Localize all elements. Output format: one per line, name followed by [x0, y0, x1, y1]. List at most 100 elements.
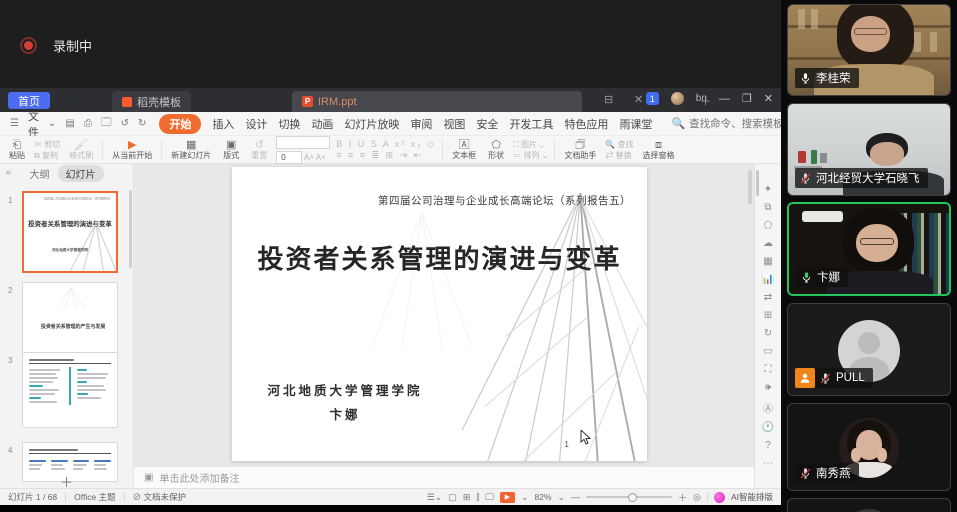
file-menu[interactable]: 文件	[28, 108, 39, 140]
command-search[interactable]: 🔍	[671, 117, 797, 130]
split-view-icon[interactable]: ⊟	[604, 93, 613, 106]
textbox-button[interactable]: 🄰文本框	[449, 139, 479, 160]
panel-scrollbar[interactable]	[129, 190, 132, 268]
zoom-slider[interactable]	[586, 496, 672, 498]
fit-window-icon[interactable]: ◎	[693, 492, 701, 503]
select-pane-button[interactable]: ⧈选择窗格	[640, 139, 678, 160]
play-options-icon[interactable]: ⌄	[521, 492, 529, 503]
ribbon-tab-slideshow[interactable]: 幻灯片放映	[344, 116, 399, 132]
slide-thumbnail-3[interactable]	[22, 352, 118, 428]
zoom-in-icon[interactable]: ＋	[678, 491, 687, 504]
ribbon-tab-transition[interactable]: 切换	[278, 116, 300, 132]
ribbon-tab-design[interactable]: 设计	[245, 116, 267, 132]
notes-toggle-icon[interactable]: ☰⌄	[427, 492, 443, 503]
shape-button[interactable]: ⬠形状	[485, 139, 507, 160]
account-name[interactable]: bn	[696, 93, 707, 104]
doc-assistant-button[interactable]: 🗇文档助手	[561, 139, 599, 160]
text-format-row[interactable]: B I U S A x² x₂ ◇	[336, 140, 436, 149]
frame-icon[interactable]: ⊞	[764, 310, 772, 321]
rect-tool-icon[interactable]: ▭	[763, 346, 772, 357]
ribbon-tab-insert[interactable]: 插入	[212, 116, 234, 132]
preview-icon[interactable]: 🗔	[101, 115, 112, 132]
sound-icon[interactable]: 🕪	[765, 382, 771, 393]
zoom-dropdown-icon[interactable]: ⌄	[558, 492, 566, 503]
new-slide-button[interactable]: ▦新建幻灯片	[168, 139, 214, 160]
play-from-current-button[interactable]: ▶从当前开始	[109, 139, 155, 160]
maximize-icon[interactable]: ❐	[742, 92, 752, 105]
participant-tile-5[interactable]: 南秀燕	[787, 403, 951, 491]
notification-badge[interactable]: 1	[646, 92, 659, 105]
minimize-icon[interactable]: —	[719, 93, 730, 105]
font-name-box[interactable]	[276, 136, 330, 149]
protection-status[interactable]: ⊘ 文档未保护	[133, 491, 186, 503]
apps-grid-icon[interactable]: ▦	[763, 256, 772, 267]
cut-copy-group[interactable]: ✂ 剪切 ⧉ 复制	[34, 140, 60, 160]
zoom-slider-knob[interactable]	[628, 493, 637, 502]
clock-icon[interactable]: 🕐	[762, 422, 774, 433]
paste-button[interactable]: ⎗粘贴	[6, 139, 28, 160]
sorter-view-icon[interactable]: ⊞	[463, 492, 471, 503]
ribbon-tab-devtools[interactable]: 开发工具	[509, 116, 553, 132]
ribbon-tab-security[interactable]: 安全	[476, 116, 498, 132]
ai-assistant-icon[interactable]: ✦	[764, 184, 772, 195]
slide-thumbnail-1[interactable]: 第四届公司治理与企业成长高端论坛（系列报告五） 投资者关系管理的演进与变革 河北…	[22, 191, 118, 273]
current-slide[interactable]: 第四届公司治理与企业成长高端论坛（系列报告五） 投资者关系管理的演进与变革 河北…	[232, 167, 647, 461]
shapes-icon[interactable]: ⬠	[764, 220, 773, 231]
hamburger-icon[interactable]: ☰	[10, 118, 19, 129]
help-panel-icon[interactable]: ?	[765, 440, 771, 451]
tab-slides[interactable]: 幻灯片	[58, 165, 104, 182]
print-icon[interactable]: ⎙	[84, 118, 92, 129]
chart-icon[interactable]: 📊	[762, 274, 774, 285]
redo-icon[interactable]: ↻	[138, 118, 146, 129]
reading-view-icon[interactable]: ⫿	[476, 492, 479, 503]
ribbon-tab-rainclass[interactable]: 雨课堂	[619, 116, 652, 132]
zoom-level[interactable]: 82%	[535, 492, 552, 502]
theme-name[interactable]: Office 主题	[74, 491, 115, 503]
properties-icon[interactable]: ⧉	[764, 202, 771, 213]
tab-outline[interactable]: 大纲	[30, 166, 50, 181]
participant-tile-1[interactable]: 李桂荣	[787, 4, 951, 96]
ribbon-tab-apps[interactable]: 特色应用	[564, 116, 608, 132]
font-size-box[interactable]: 0	[276, 151, 302, 164]
participant-tile-4[interactable]: PULL	[787, 303, 951, 396]
participant-tile-3-active-speaker[interactable]: 卞娜	[787, 202, 951, 296]
ribbon-tab-home[interactable]: 开始	[159, 114, 201, 134]
presenter-view-icon[interactable]: 🖵	[485, 492, 494, 503]
ribbon-tab-animation[interactable]: 动画	[311, 116, 333, 132]
normal-view-icon[interactable]: ▢	[448, 492, 457, 503]
canvas-scrollbar[interactable]	[748, 170, 752, 204]
layout-button[interactable]: ▣版式	[220, 139, 242, 160]
image-tool-icon[interactable]: ⛶	[765, 364, 772, 375]
participant-tile-6-partial[interactable]	[787, 498, 951, 512]
more-tools-icon[interactable]: ⋯	[763, 458, 773, 469]
format-painter-button[interactable]: 🖌格式刷	[66, 139, 96, 160]
transition-icon[interactable]: ⇄	[764, 292, 772, 303]
undo-icon[interactable]: ↺	[121, 118, 129, 129]
history-icon[interactable]: ↻	[764, 328, 772, 339]
reset-button[interactable]: ↺重置	[248, 139, 270, 160]
close-icon[interactable]: ✕	[764, 92, 773, 105]
slideshow-play-button[interactable]: ▶	[500, 492, 515, 503]
ai-layout-icon[interactable]	[714, 492, 725, 503]
zoom-out-icon[interactable]: —	[571, 492, 580, 502]
account-avatar[interactable]	[671, 92, 684, 105]
find-replace-group[interactable]: 🔍 查找 ⇄ 替换	[605, 140, 633, 160]
ai-layout-label[interactable]: AI智能排版	[731, 491, 773, 503]
recording-indicator[interactable]: 录制中	[20, 36, 92, 55]
ribbon-tab-view[interactable]: 视图	[443, 116, 465, 132]
file-dropdown-icon[interactable]: ⌄	[48, 118, 56, 129]
tab-template[interactable]: 稻壳模板	[112, 91, 191, 112]
participant-tile-2[interactable]: 河北经贸大学石晓飞	[787, 103, 951, 196]
ribbon-tab-review[interactable]: 审阅	[410, 116, 432, 132]
picture-arrange-group[interactable]: ⛶ 图片 ⌄ ≔ 排列 ⌄	[513, 140, 548, 160]
tab-document[interactable]: P IRM.ppt	[292, 91, 582, 112]
align-format-row[interactable]: ≡ ≡ ≡ ≣ ⊞ ⇥ ⇤	[336, 151, 436, 160]
accessibility-icon[interactable]: Ⓐ	[763, 400, 773, 415]
cloud-icon[interactable]: ☁	[763, 238, 773, 249]
slide-thumbnail-2[interactable]: 投资者关系管理的产生与发展	[22, 282, 118, 362]
tab-home[interactable]: 首页	[8, 92, 50, 109]
notes-bar[interactable]: ▣ 单击此处添加备注	[134, 466, 754, 488]
tool-strip-scrollbar[interactable]	[756, 170, 759, 196]
save-icon[interactable]: ▤	[65, 118, 74, 129]
close-tab-icon[interactable]: ✕	[634, 93, 643, 106]
